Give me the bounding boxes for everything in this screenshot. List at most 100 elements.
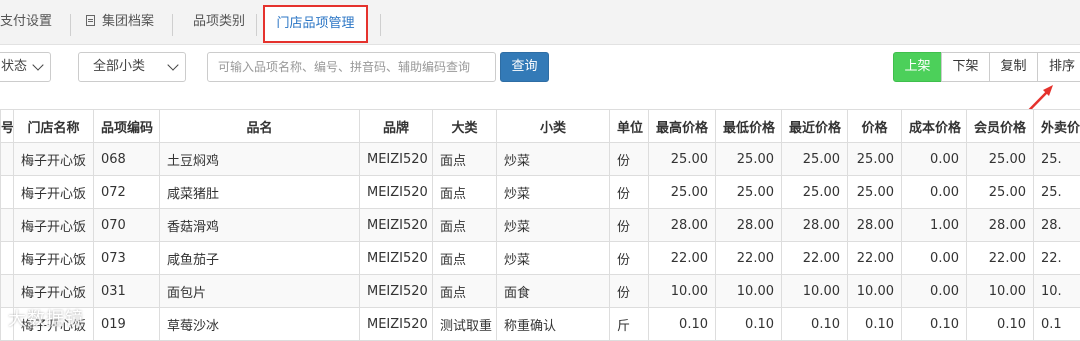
copy-button[interactable]: 复制: [989, 52, 1038, 82]
table-cell: [1, 176, 14, 209]
table-cell: 份: [610, 275, 649, 308]
on-shelf-button[interactable]: 上架: [893, 52, 942, 82]
column-header[interactable]: 会员价格: [967, 110, 1034, 143]
table-cell: 份: [610, 176, 649, 209]
table-cell: 25.: [1034, 176, 1080, 209]
table-cell: 面点: [433, 275, 497, 308]
column-header[interactable]: 价格: [848, 110, 902, 143]
table-row[interactable]: 梅子开心饭 019 草莓沙冰 MEIZI520 测试取重 称重确认 斤 0.10…: [1, 308, 1080, 341]
search-input[interactable]: [207, 52, 496, 82]
table-cell: [1, 242, 14, 275]
query-button[interactable]: 查询: [500, 52, 549, 82]
table-cell: 068: [94, 143, 160, 176]
table-cell: 10.: [1034, 275, 1080, 308]
table-cell: MEIZI520: [360, 143, 433, 176]
status-select[interactable]: 状态: [0, 52, 51, 82]
table-cell: 土豆焖鸡: [160, 143, 360, 176]
table-cell: 0.1: [1034, 308, 1080, 341]
column-header[interactable]: 品名: [160, 110, 360, 143]
store-items-table: 号 门店名称 品项编码 品名 品牌 大类 小类 单位 最高价格 最低价格 最近价…: [0, 109, 1080, 341]
table-cell: 咸菜猪肚: [160, 176, 360, 209]
table-cell: 019: [94, 308, 160, 341]
column-header[interactable]: 号: [1, 110, 14, 143]
table-cell: 测试取重: [433, 308, 497, 341]
table-cell: 炒菜: [497, 176, 610, 209]
table-cell: 22.: [1034, 242, 1080, 275]
column-header[interactable]: 小类: [497, 110, 610, 143]
column-header[interactable]: 最近价格: [782, 110, 848, 143]
tab-bar: 支付设置 集团档案 品项类别 门店品项管理: [0, 0, 1080, 45]
table-cell: MEIZI520: [360, 176, 433, 209]
table-cell: 22.00: [848, 242, 902, 275]
table-cell: 25.00: [649, 143, 716, 176]
table-cell: 072: [94, 176, 160, 209]
table-cell: 031: [94, 275, 160, 308]
tab-divider: [256, 14, 257, 36]
table-cell: 25.00: [967, 176, 1034, 209]
column-header[interactable]: 最低价格: [716, 110, 782, 143]
table-cell: 22.00: [782, 242, 848, 275]
tab-payment-settings[interactable]: 支付设置: [0, 6, 52, 38]
table-cell: 份: [610, 143, 649, 176]
watermark-text: 大数据镜: [8, 305, 84, 331]
column-header[interactable]: 外卖价: [1034, 110, 1080, 143]
table-cell: 0.00: [902, 242, 967, 275]
column-header[interactable]: 品牌: [360, 110, 433, 143]
table-cell: 面点: [433, 143, 497, 176]
tab-divider: [70, 14, 71, 36]
table-cell: 香菇滑鸡: [160, 209, 360, 242]
column-header[interactable]: 门店名称: [14, 110, 94, 143]
table-cell: 炒菜: [497, 143, 610, 176]
table-cell: 25.00: [782, 143, 848, 176]
table-cell: 28.: [1034, 209, 1080, 242]
table-cell: 0.10: [848, 308, 902, 341]
table-cell: 28.00: [848, 209, 902, 242]
table-cell: 10.00: [716, 275, 782, 308]
table-cell: MEIZI520: [360, 308, 433, 341]
table-cell: 25.00: [782, 176, 848, 209]
table-cell: 梅子开心饭: [14, 275, 94, 308]
column-header[interactable]: 成本价格: [902, 110, 967, 143]
table-row[interactable]: 梅子开心饭 068 土豆焖鸡 MEIZI520 面点 炒菜 份 25.00 25…: [1, 143, 1080, 176]
table-row[interactable]: 梅子开心饭 070 香菇滑鸡 MEIZI520 面点 炒菜 份 28.00 28…: [1, 209, 1080, 242]
table-cell: 炒菜: [497, 242, 610, 275]
table-cell: 22.00: [967, 242, 1034, 275]
table-cell: 草莓沙冰: [160, 308, 360, 341]
table-row[interactable]: 梅子开心饭 072 咸菜猪肚 MEIZI520 面点 炒菜 份 25.00 25…: [1, 176, 1080, 209]
subcategory-select[interactable]: 全部小类: [78, 52, 186, 82]
column-header[interactable]: 最高价格: [649, 110, 716, 143]
off-shelf-button[interactable]: 下架: [941, 52, 990, 82]
table-cell: 0.00: [902, 176, 967, 209]
table-cell: 28.00: [782, 209, 848, 242]
table-cell: 份: [610, 242, 649, 275]
table-cell: 面包片: [160, 275, 360, 308]
table-cell: 10.00: [848, 275, 902, 308]
table-cell: 面点: [433, 209, 497, 242]
table-cell: 28.00: [649, 209, 716, 242]
table-cell: MEIZI520: [360, 209, 433, 242]
table-cell: 22.00: [649, 242, 716, 275]
tab-item-category[interactable]: 品项类别: [193, 6, 245, 38]
sort-button[interactable]: 排序: [1037, 52, 1080, 82]
table-cell: 份: [610, 209, 649, 242]
table-cell: 1.00: [902, 209, 967, 242]
table-cell: 25.00: [716, 176, 782, 209]
table-cell: 0.00: [902, 275, 967, 308]
table-cell: 0.10: [967, 308, 1034, 341]
column-header[interactable]: 单位: [610, 110, 649, 143]
column-header[interactable]: 品项编码: [94, 110, 160, 143]
column-header[interactable]: 大类: [433, 110, 497, 143]
table-cell: [1, 143, 14, 176]
table-cell: [1, 209, 14, 242]
tab-divider: [172, 14, 173, 36]
table-row[interactable]: 梅子开心饭 073 咸鱼茄子 MEIZI520 面点 炒菜 份 22.00 22…: [1, 242, 1080, 275]
table-cell: 0.10: [716, 308, 782, 341]
table-cell: 25.00: [848, 143, 902, 176]
table-cell: 070: [94, 209, 160, 242]
table-cell: 梅子开心饭: [14, 209, 94, 242]
table-cell: 0.00: [902, 143, 967, 176]
tab-group-archive[interactable]: 集团档案: [86, 6, 154, 38]
chevron-down-icon: [167, 59, 178, 70]
tab-store-item-management[interactable]: 门店品项管理: [263, 5, 368, 43]
table-row[interactable]: 梅子开心饭 031 面包片 MEIZI520 面点 面食 份 10.00 10.…: [1, 275, 1080, 308]
